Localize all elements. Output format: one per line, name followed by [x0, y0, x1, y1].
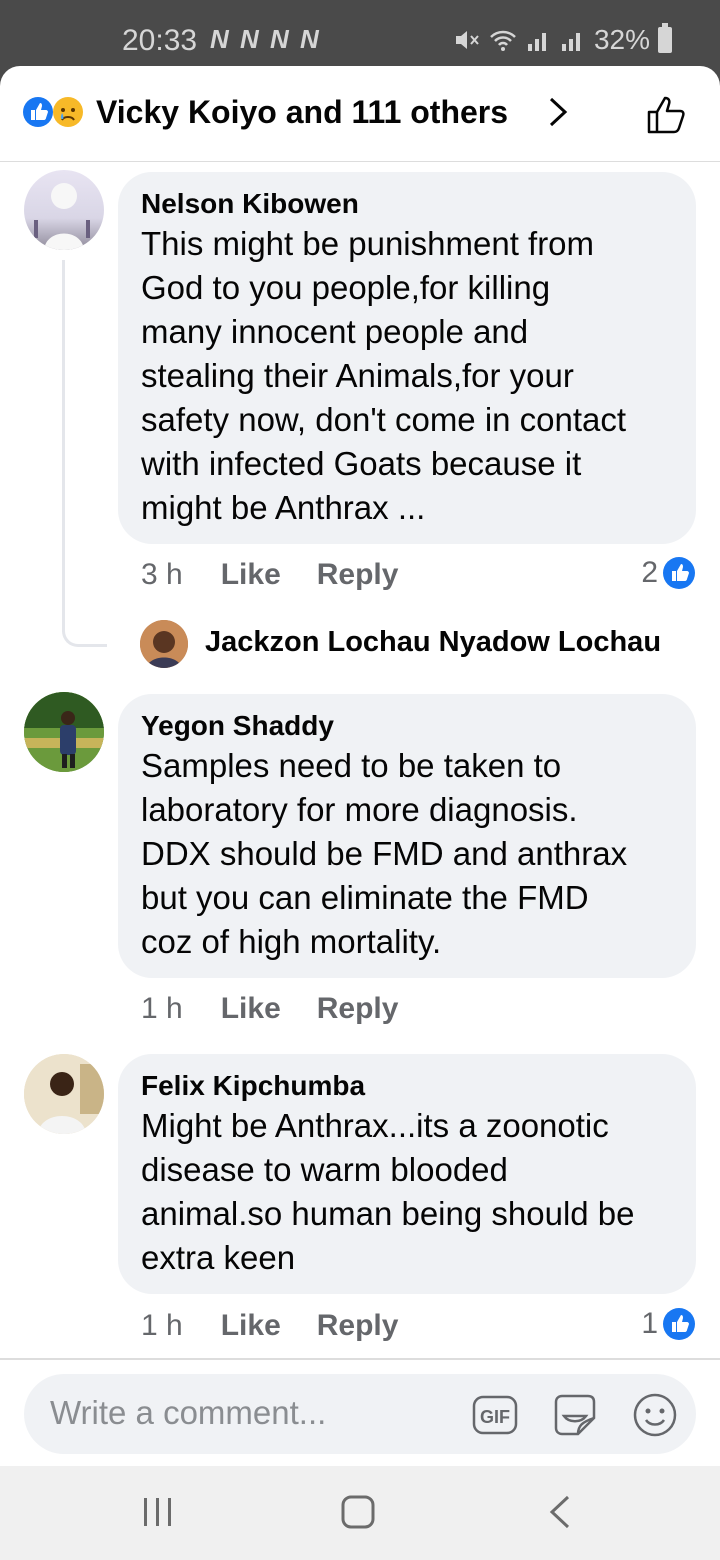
- reply-button[interactable]: Reply: [317, 558, 399, 591]
- avatar-jackzon-lochau[interactable]: [140, 620, 188, 668]
- avatar-felix-kipchumba[interactable]: [24, 1054, 104, 1134]
- comment-bubble[interactable]: Felix Kipchumba Might be Anthrax...its a…: [118, 1054, 696, 1294]
- reply-thread-line: [62, 260, 107, 647]
- like-sad-reaction-icons: [23, 97, 83, 127]
- avatar-image: [24, 1054, 104, 1134]
- reactions-title[interactable]: Vicky Koiyo and 111 others: [96, 94, 508, 131]
- like-badge-icon: [663, 557, 695, 589]
- back-icon[interactable]: [540, 1494, 580, 1530]
- status-indicators: 32%: [454, 23, 672, 56]
- avatar-yegon-shaddy[interactable]: [24, 692, 104, 772]
- comment-actions: 1 h Like Reply: [141, 1309, 434, 1343]
- signal-icon: [527, 33, 546, 51]
- gif-icon[interactable]: GIF: [472, 1392, 518, 1438]
- reply-author[interactable]: Jackzon Lochau Nyadow Lochau: [205, 626, 661, 659]
- like-button[interactable]: Like: [221, 1309, 281, 1342]
- reply-button[interactable]: Reply: [317, 1309, 399, 1342]
- battery-percent: 32%: [593, 24, 650, 55]
- avatar-image: [140, 620, 188, 668]
- home-icon[interactable]: [338, 1494, 378, 1530]
- comment-author[interactable]: Yegon Shaddy: [141, 708, 676, 744]
- avatar-image: [34, 183, 90, 250]
- status-time: 20:33: [122, 24, 198, 57]
- status-bar: 20:33 N N N N 32%: [0, 0, 720, 70]
- comment-author[interactable]: Felix Kipchumba: [141, 1068, 676, 1104]
- comment-text: This might be punishment from God to you…: [141, 225, 627, 526]
- comment-composer-bar: Write a comment... GIF: [0, 1358, 720, 1466]
- comment-text: Might be Anthrax...its a zoonotic diseas…: [141, 1107, 635, 1276]
- recent-apps-icon[interactable]: [138, 1494, 178, 1530]
- comment-author[interactable]: Nelson Kibowen: [141, 186, 676, 222]
- wifi-icon: [490, 30, 516, 51]
- emoji-icon[interactable]: [632, 1392, 678, 1438]
- battery-icon: [658, 23, 672, 53]
- comment-time: 1 h: [141, 1309, 183, 1342]
- mute-icon: [455, 31, 479, 49]
- reactions-header[interactable]: Vicky Koiyo and 111 others: [0, 66, 720, 162]
- signal-icon-2: [561, 33, 580, 51]
- comment-bubble[interactable]: Nelson Kibowen This might be punishment …: [118, 172, 696, 544]
- comment-time: 1 h: [141, 992, 183, 1025]
- system-navigation-bar: [0, 1466, 720, 1560]
- comment-input[interactable]: Write a comment... GIF: [24, 1374, 696, 1454]
- svg-text:GIF: GIF: [480, 1407, 510, 1427]
- comment-input-placeholder[interactable]: Write a comment...: [50, 1394, 326, 1432]
- like-badge-icon: [663, 1308, 695, 1340]
- comment-time: 3 h: [141, 558, 183, 591]
- comments-sheet: Vicky Koiyo and 111 others Nelson Kibowe…: [0, 66, 720, 1466]
- comment-text: Samples need to be taken to laboratory f…: [141, 747, 628, 960]
- reaction-count[interactable]: 1: [641, 1307, 696, 1341]
- reply-button[interactable]: Reply: [317, 992, 399, 1025]
- like-button[interactable]: Like: [221, 992, 281, 1025]
- notification-icons: N N N N: [210, 24, 321, 54]
- comment-bubble[interactable]: Yegon Shaddy Samples need to be taken to…: [118, 694, 696, 978]
- comment-actions: 1 h Like Reply: [141, 992, 434, 1026]
- sticker-icon[interactable]: [552, 1392, 598, 1438]
- reaction-count[interactable]: 2: [641, 556, 696, 590]
- like-icon[interactable]: [644, 92, 690, 138]
- avatar-nelson-kibowen[interactable]: [24, 170, 104, 250]
- like-button[interactable]: Like: [221, 558, 281, 591]
- avatar-image: [24, 692, 104, 772]
- chevron-right-icon[interactable]: [548, 96, 568, 128]
- comment-actions: 3 h Like Reply: [141, 558, 434, 592]
